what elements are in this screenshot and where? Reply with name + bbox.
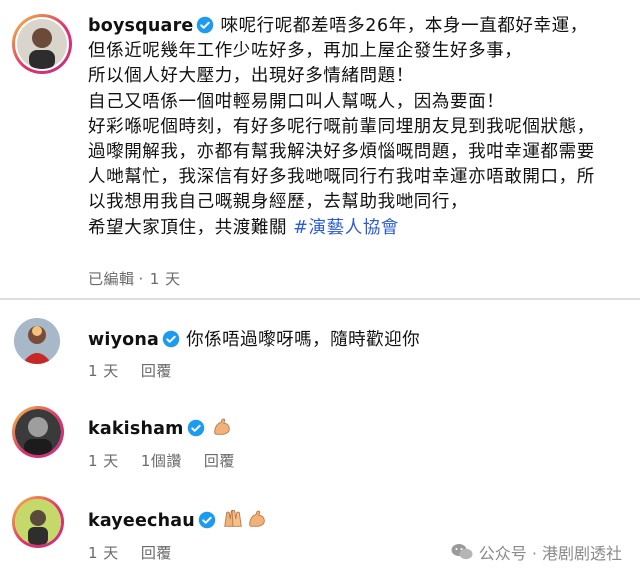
commenter-avatar[interactable] bbox=[14, 318, 60, 364]
edited-label: 已編輯 bbox=[88, 270, 135, 288]
watermark-label: 公众号 · 港剧剧透社 bbox=[478, 544, 622, 563]
reply-button[interactable]: 回覆 bbox=[141, 362, 172, 380]
comment-text: 你係唔過嚟呀嗎，隨時歡迎你 bbox=[186, 330, 421, 350]
comment-username[interactable]: kayeechau bbox=[88, 511, 195, 531]
post-time: 1 天 bbox=[149, 270, 181, 288]
caption-line-1: 但係近呢幾年工作少咗好多，再加上屋企發生好多事， bbox=[88, 41, 523, 62]
caption-text: 唻呢行呢都差唔多26年，本身一直都好幸運， bbox=[220, 16, 588, 36]
post-meta: 已編輯 · 1 天 bbox=[88, 268, 203, 289]
post-username[interactable]: boysquare bbox=[88, 16, 193, 36]
comment-time: 1 天 bbox=[88, 544, 119, 562]
caption-line-5: 過嚟開解我，亦都有幫我解決好多煩惱嘅問題，我咁幸運都需要 bbox=[88, 142, 595, 163]
watermark: 公众号 · 港剧剧透社 bbox=[451, 540, 622, 564]
comment-time: 1 天 bbox=[88, 362, 119, 380]
comment-body: kayeechau bbox=[88, 508, 268, 531]
flexed-biceps-emoji bbox=[213, 418, 230, 435]
divider bbox=[0, 298, 640, 300]
comment-time: 1 天 bbox=[88, 452, 119, 470]
caption-line-8: 希望大家頂住，共渡難關 #演藝人協會 bbox=[88, 216, 628, 241]
raising-hands-emoji bbox=[224, 509, 242, 527]
verified-badge-icon bbox=[197, 16, 214, 34]
comment-meta: 1 天 回覆 bbox=[88, 542, 194, 563]
hashtag-link[interactable]: #演藝人協會 bbox=[293, 218, 399, 238]
commenter-avatar[interactable] bbox=[12, 496, 64, 548]
comment-meta: 1 天 回覆 bbox=[88, 360, 194, 381]
caption-line-0: boysquare 唻呢行呢都差唔多26年，本身一直都好幸運， bbox=[88, 14, 628, 39]
comment-body: wiyona 你係唔過嚟呀嗎，隨時歡迎你 bbox=[88, 326, 420, 351]
commenter-avatar[interactable] bbox=[12, 406, 64, 458]
reply-button[interactable]: 回覆 bbox=[204, 452, 235, 470]
flexed-biceps-emoji bbox=[249, 510, 265, 527]
post-caption: boysquare 唻呢行呢都差唔多26年，本身一直都好幸運， 但係近呢幾年工作少… bbox=[88, 14, 628, 241]
comment-username[interactable]: kakisham bbox=[88, 419, 184, 439]
post-author-avatar[interactable] bbox=[12, 14, 72, 74]
meta-separator: · bbox=[138, 270, 144, 288]
reply-button[interactable]: 回覆 bbox=[141, 544, 172, 562]
caption-line-6: 人哋幫忙，我深信有好多我哋嘅同行冇我咁幸運亦唔敢開口，所 bbox=[88, 167, 595, 188]
caption-line-7: 以我想用我自己嘅親身經歷，去幫助我哋同行， bbox=[88, 192, 469, 213]
verified-badge-icon bbox=[187, 419, 204, 437]
caption-line-3: 自己又唔係一個咁輕易開口叫人幫嘅人，因為要面！ bbox=[88, 91, 505, 112]
comment-meta: 1 天 1個讚 回覆 bbox=[88, 450, 257, 471]
caption-text: 希望大家頂住，共渡難關 bbox=[88, 217, 294, 238]
comment-username[interactable]: wiyona bbox=[88, 330, 159, 350]
comment-body: kakisham bbox=[88, 416, 233, 439]
wechat-icon bbox=[451, 544, 473, 560]
caption-line-2: 所以個人好大壓力，出現好多情緒問題！ bbox=[88, 66, 414, 87]
verified-badge-icon bbox=[198, 511, 216, 529]
like-count[interactable]: 1個讚 bbox=[141, 452, 182, 470]
caption-line-4: 好彩喺呢個時刻，有好多呢行嘅前輩同埋朋友見到我呢個狀態， bbox=[88, 116, 595, 137]
verified-badge-icon bbox=[162, 330, 180, 348]
